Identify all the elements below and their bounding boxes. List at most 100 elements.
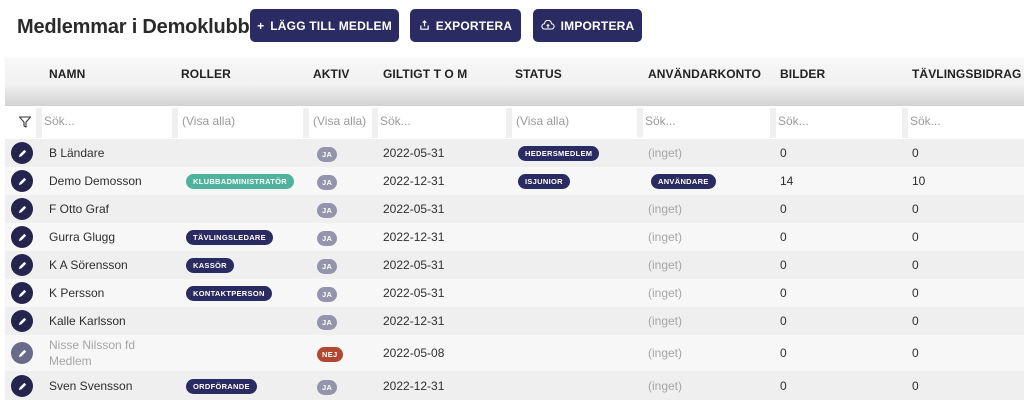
pencil-icon	[18, 349, 26, 357]
pencil-icon	[18, 289, 26, 297]
active-badge: JA	[317, 203, 338, 218]
filter-active-select[interactable]: (Visa alla)	[313, 114, 366, 128]
edit-member-button[interactable]	[11, 342, 33, 364]
status-badge: ISJUNIOR	[518, 174, 570, 189]
filter-row: Sök... (Visa alla) (Visa alla) Sök... (V…	[5, 108, 1024, 138]
pencil-icon	[18, 261, 26, 269]
entries-count: 0	[912, 379, 919, 393]
user-account: (inget)	[648, 258, 683, 272]
edit-member-button[interactable]	[11, 375, 33, 397]
filter-separator	[303, 108, 309, 138]
images-count: 0	[780, 230, 787, 244]
user-account: (inget)	[648, 146, 683, 160]
role-badge: KLUBBADMINISTRATÖR	[186, 174, 295, 189]
add-member-button[interactable]: + LÄGG TILL MEDLEM	[250, 9, 399, 42]
active-badge: JA	[317, 231, 338, 246]
valid-until: 2022-05-31	[383, 146, 445, 160]
edit-member-button[interactable]	[11, 282, 33, 304]
edit-member-button[interactable]	[11, 198, 33, 220]
table-row[interactable]: Kalle Karlsson JA 2022-12-31 (inget) 0 0	[5, 307, 1024, 335]
edit-member-button[interactable]	[11, 254, 33, 276]
table-header: NAMN ROLLER AKTIV GILTIGT T O M STATUS A…	[5, 58, 1024, 106]
table-row[interactable]: B Ländare JA 2022-05-31 HEDERSMEDLEM (in…	[5, 139, 1024, 167]
filter-account-input[interactable]: Sök...	[645, 114, 676, 128]
add-member-label: LÄGG TILL MEDLEM	[270, 18, 392, 33]
user-account: (inget)	[648, 379, 683, 393]
column-header-user-account[interactable]: ANVÄNDARKONTO	[648, 67, 761, 81]
column-header-status[interactable]: STATUS	[515, 67, 562, 81]
filter-icon[interactable]	[18, 115, 32, 129]
entries-count: 10	[912, 174, 926, 188]
inactive-badge: NEJ	[317, 347, 343, 362]
entries-count: 0	[912, 314, 919, 328]
filter-valid-input[interactable]: Sök...	[380, 114, 411, 128]
toolbar: Medlemmar i Demoklubben + LÄGG TILL MEDL…	[0, 0, 1024, 56]
edit-member-button[interactable]	[11, 170, 33, 192]
filter-separator	[902, 108, 908, 138]
column-header-valid-until[interactable]: GILTIGT T O M	[383, 67, 467, 81]
member-name-line2: Medlem	[49, 354, 92, 368]
entries-count: 0	[912, 286, 919, 300]
images-count: 0	[780, 258, 787, 272]
table-row[interactable]: Demo Demosson KLUBBADMINISTRATÖR JA 2022…	[5, 167, 1024, 195]
member-name-line1: Nisse Nilsson fd	[49, 338, 136, 352]
column-header-active[interactable]: AKTIV	[313, 67, 350, 81]
valid-until: 2022-12-31	[383, 174, 445, 188]
user-account: (inget)	[648, 202, 683, 216]
role-badge: KASSÖR	[186, 258, 234, 273]
column-header-roles[interactable]: ROLLER	[181, 67, 231, 81]
images-count: 0	[780, 146, 787, 160]
images-count: 0	[780, 286, 787, 300]
entries-count: 0	[912, 202, 919, 216]
export-icon	[419, 20, 430, 31]
member-name: Gurra Glugg	[49, 230, 116, 244]
valid-until: 2022-12-31	[383, 314, 445, 328]
filter-separator	[506, 108, 512, 138]
export-button[interactable]: EXPORTERA	[410, 9, 521, 42]
member-name: Sven Svensson	[49, 379, 133, 393]
pencil-icon	[18, 177, 26, 185]
filter-images-input[interactable]: Sök...	[778, 114, 809, 128]
role-badge: ORDFÖRANDE	[186, 379, 257, 394]
column-header-images[interactable]: BILDER	[780, 67, 825, 81]
table-row[interactable]: K A Sörensson KASSÖR JA 2022-05-31 (inge…	[5, 251, 1024, 279]
edit-member-button[interactable]	[11, 142, 33, 164]
member-name: Kalle Karlsson	[49, 314, 126, 328]
member-name: F Otto Graf	[49, 202, 110, 216]
filter-name-input[interactable]: Sök...	[44, 114, 75, 128]
user-account: (inget)	[648, 314, 683, 328]
filter-entries-input[interactable]: Sök...	[910, 114, 941, 128]
table-row[interactable]: Gurra Glugg TÄVLINGSLEDARE JA 2022-12-31…	[5, 223, 1024, 251]
table-row[interactable]: Nisse Nilsson fd Medlem NEJ 2022-05-08 (…	[5, 335, 1024, 371]
images-count: 0	[780, 346, 787, 360]
valid-until: 2022-12-31	[383, 230, 445, 244]
filter-separator	[770, 108, 776, 138]
role-badge: TÄVLINGSLEDARE	[186, 230, 273, 245]
images-count: 0	[780, 202, 787, 216]
filter-status-select[interactable]: (Visa alla)	[516, 114, 569, 128]
edit-member-button[interactable]	[11, 310, 33, 332]
pencil-icon	[18, 205, 26, 213]
user-account-badge: ANVÄNDARE	[651, 174, 716, 189]
filter-roles-select[interactable]: (Visa alla)	[182, 114, 235, 128]
table-row[interactable]: Sven Svensson ORDFÖRANDE JA 2022-12-31 (…	[5, 371, 1024, 400]
table-row[interactable]: K Persson KONTAKTPERSON JA 2022-05-31 (i…	[5, 279, 1024, 307]
entries-count: 0	[912, 146, 919, 160]
user-account: (inget)	[648, 286, 683, 300]
entries-count: 0	[912, 258, 919, 272]
column-header-entries[interactable]: TÄVLINGSBIDRAG	[912, 67, 1021, 81]
filter-separator	[372, 108, 378, 138]
user-account: (inget)	[648, 230, 683, 244]
plus-icon: +	[257, 18, 265, 33]
page-title: Medlemmar i Demoklubben	[17, 16, 273, 38]
active-badge: JA	[317, 380, 338, 395]
member-name: K A Sörensson	[49, 258, 128, 272]
import-button[interactable]: IMPORTERA	[533, 9, 642, 42]
table-row[interactable]: F Otto Graf JA 2022-05-31 (inget) 0 0	[5, 195, 1024, 223]
status-badge: HEDERSMEDLEM	[518, 146, 600, 161]
active-badge: JA	[317, 147, 338, 162]
valid-until: 2022-05-31	[383, 202, 445, 216]
edit-member-button[interactable]	[11, 226, 33, 248]
column-header-name[interactable]: NAMN	[49, 67, 85, 81]
filter-separator	[172, 108, 178, 138]
